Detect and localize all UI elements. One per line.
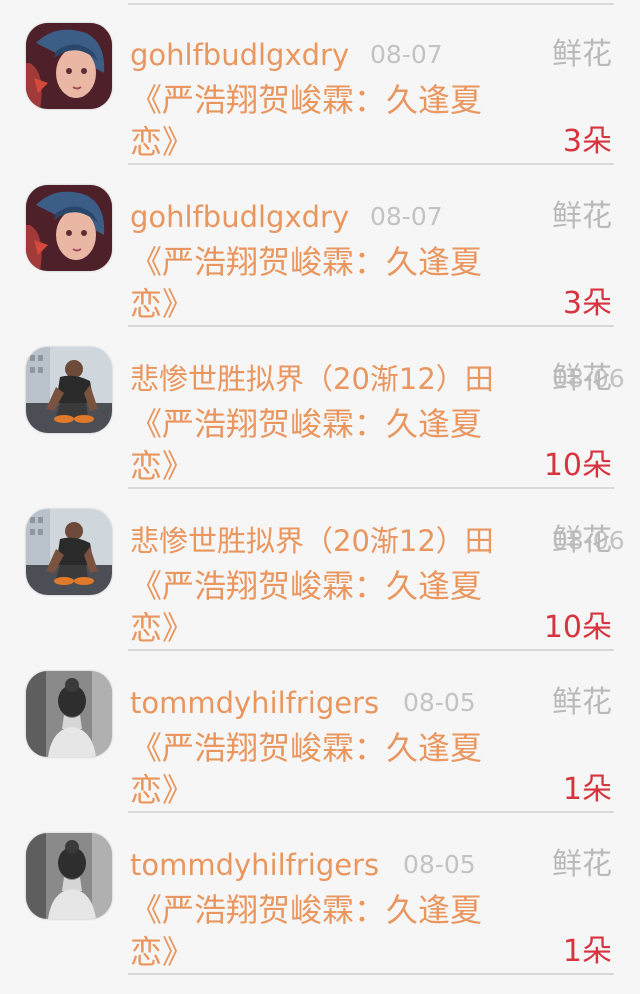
gift-count: 1朵	[562, 934, 612, 969]
date-label: 08-05	[403, 688, 476, 717]
book-title[interactable]: 《严浩翔贺峻霖：久逢夏恋》	[130, 889, 510, 973]
date-label: 08-07	[370, 40, 443, 69]
list-item[interactable]: 悲惨世胜拟界（20渐12）田 08-06 鲜花 《严浩翔贺峻霖：久逢夏恋》 10…	[0, 329, 640, 489]
list-item[interactable]: 悲惨世胜拟界（20渐12）田 08-06 鲜花 《严浩翔贺峻霖：久逢夏恋》 10…	[0, 491, 640, 651]
man-tying-shoe-avatar-icon[interactable]	[26, 347, 112, 433]
list-item[interactable]: tommdyhilfrigers 08-05 鲜花 《严浩翔贺峻霖：久逢夏恋》 …	[0, 815, 640, 975]
anime-girl-avatar-icon[interactable]	[26, 23, 112, 109]
gift-count: 1朵	[562, 772, 612, 807]
username[interactable]: tommdyhilfrigers	[130, 845, 379, 885]
divider	[128, 325, 614, 327]
gift-type-label: 鲜花	[552, 37, 612, 72]
gift-type-label: 鲜花	[552, 199, 612, 234]
gift-count: 10朵	[543, 448, 612, 483]
gift-count: 3朵	[562, 286, 612, 321]
username[interactable]: gohlfbudlgxdry	[130, 35, 349, 75]
date-label: 08-05	[403, 850, 476, 879]
book-title[interactable]: 《严浩翔贺峻霖：久逢夏恋》	[130, 403, 510, 487]
list-item[interactable]: gohlfbudlgxdry 08-07 鲜花 《严浩翔贺峻霖：久逢夏恋》 3朵	[0, 167, 640, 327]
man-tying-shoe-avatar-icon[interactable]	[26, 509, 112, 595]
divider	[128, 649, 614, 651]
username[interactable]: gohlfbudlgxdry	[130, 197, 349, 237]
gift-type-label: 鲜花	[552, 361, 612, 396]
list-item[interactable]: tommdyhilfrigers 08-05 鲜花 《严浩翔贺峻霖：久逢夏恋》 …	[0, 653, 640, 813]
woman-back-avatar-icon[interactable]	[26, 833, 112, 919]
date-label: 08-07	[370, 202, 443, 231]
list-item[interactable]: gohlfbudlgxdry 08-07 鲜花 《严浩翔贺峻霖：久逢夏恋》 3朵	[0, 5, 640, 165]
username[interactable]: tommdyhilfrigers	[130, 683, 379, 723]
divider	[128, 163, 614, 165]
woman-back-avatar-icon[interactable]	[26, 671, 112, 757]
divider	[128, 811, 614, 813]
flower-gift-list: gohlfbudlgxdry 08-07 鲜花 《严浩翔贺峻霖：久逢夏恋》 3朵…	[0, 0, 640, 994]
anime-girl-avatar-icon[interactable]	[26, 185, 112, 271]
book-title[interactable]: 《严浩翔贺峻霖：久逢夏恋》	[130, 727, 510, 811]
book-title[interactable]: 《严浩翔贺峻霖：久逢夏恋》	[130, 79, 510, 163]
gift-type-label: 鲜花	[552, 523, 612, 558]
divider	[128, 487, 614, 489]
gift-type-label: 鲜花	[552, 847, 612, 882]
username[interactable]: 悲惨世胜拟界（20渐12）田	[130, 359, 494, 399]
book-title[interactable]: 《严浩翔贺峻霖：久逢夏恋》	[130, 565, 510, 649]
username[interactable]: 悲惨世胜拟界（20渐12）田	[130, 521, 494, 561]
divider	[128, 973, 614, 975]
gift-type-label: 鲜花	[552, 685, 612, 720]
book-title[interactable]: 《严浩翔贺峻霖：久逢夏恋》	[130, 241, 510, 325]
gift-count: 3朵	[562, 124, 612, 159]
gift-count: 10朵	[543, 610, 612, 645]
